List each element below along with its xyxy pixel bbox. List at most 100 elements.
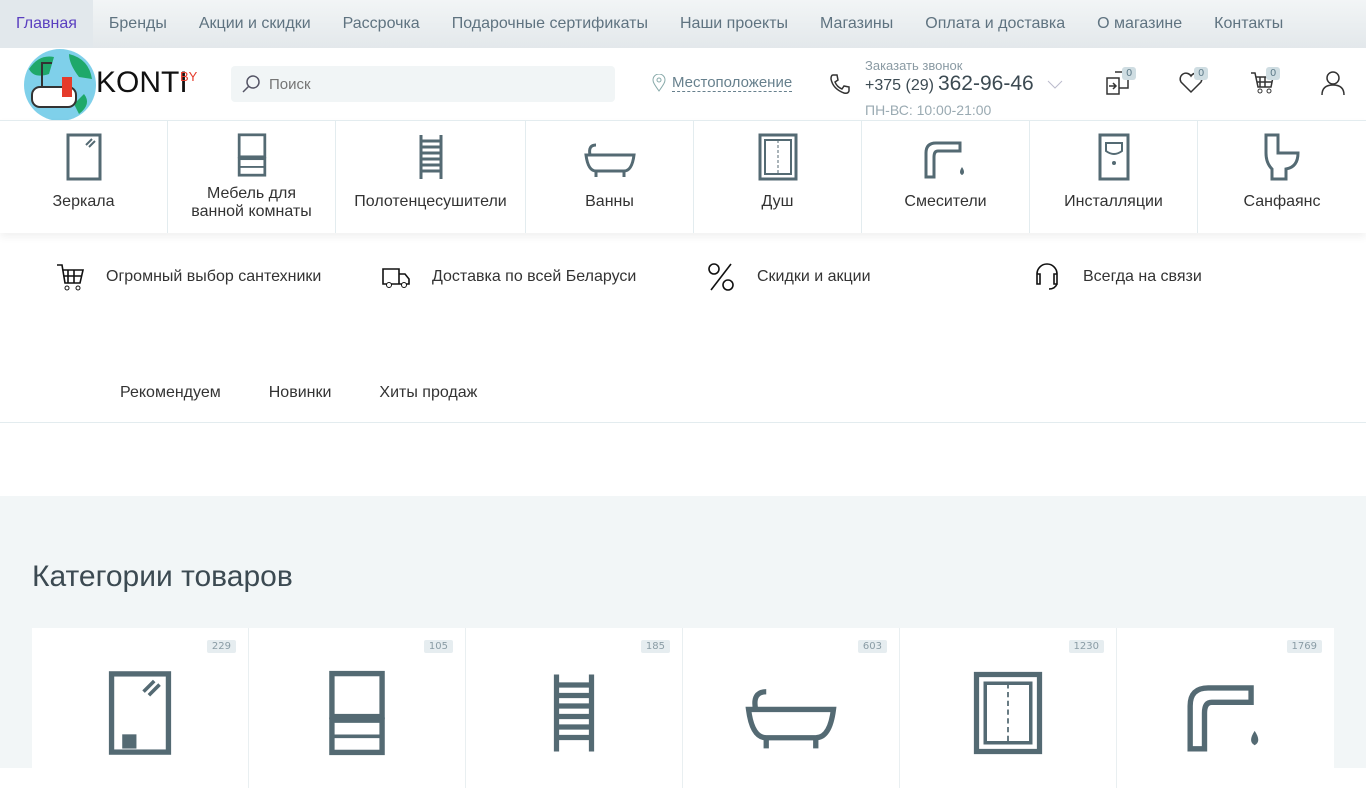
favorites-count: 0 xyxy=(1194,67,1209,80)
category-label: Инсталляции xyxy=(1064,193,1163,210)
chevron-down-icon[interactable] xyxy=(1047,80,1063,90)
category-furniture[interactable]: Мебель для ванной комнаты xyxy=(168,121,336,233)
category-card-shower[interactable]: 1230 xyxy=(900,628,1117,788)
category-card-towel-warmers[interactable]: 185 xyxy=(466,628,683,788)
towel-warmer-icon xyxy=(419,135,442,179)
category-baths[interactable]: Ванны xyxy=(526,121,694,233)
top-navigation: Главная Бренды Акции и скидки Рассрочка … xyxy=(0,0,1366,48)
user-icon xyxy=(1321,71,1345,96)
product-tabs: Рекомендуем Новинки Хиты продаж xyxy=(120,384,477,402)
category-label: Смесители xyxy=(904,193,987,210)
tab-new[interactable]: Новинки xyxy=(269,384,332,402)
bathtub-icon xyxy=(745,689,837,749)
category-label: Санфаянс xyxy=(1243,193,1321,210)
shower-cabin-icon xyxy=(758,133,797,181)
category-card-faucets[interactable]: 1769 xyxy=(1117,628,1334,788)
category-label: Мебель для ванной комнаты xyxy=(191,185,312,220)
item-count: 603 xyxy=(857,640,887,653)
percent-icon xyxy=(708,263,734,291)
category-label: Душ xyxy=(761,193,794,210)
callback-link[interactable]: Заказать звонок xyxy=(865,58,962,73)
phone-code: +375 (29) xyxy=(865,77,934,94)
search-box[interactable] xyxy=(231,66,615,102)
search-input[interactable] xyxy=(269,75,589,93)
logo-icon[interactable] xyxy=(24,49,96,121)
category-card-baths[interactable]: 603 xyxy=(683,628,900,788)
category-card-furniture[interactable]: 105 xyxy=(249,628,466,788)
category-mirrors[interactable]: Зеркала xyxy=(0,121,168,233)
cart-icon xyxy=(57,264,84,291)
category-menu: Зеркала Мебель для ванной комнаты Полоте… xyxy=(0,120,1366,233)
category-label: Ванны xyxy=(585,193,634,210)
item-count: 1769 xyxy=(1286,640,1322,653)
phone-icon xyxy=(830,74,850,94)
headset-icon xyxy=(1036,263,1058,290)
nav-about[interactable]: О магазине xyxy=(1081,0,1198,48)
feature-support: Всегда на связи xyxy=(1033,262,1202,292)
cart-button[interactable]: 0 xyxy=(1250,67,1281,100)
logo-text: KONTI xyxy=(96,66,188,99)
bathroom-furniture-icon xyxy=(237,133,266,177)
nav-home[interactable]: Главная xyxy=(0,0,93,48)
phone-number[interactable]: +375 (29) 362-96-46 xyxy=(865,72,1034,96)
section-title: Категории товаров xyxy=(32,560,293,593)
item-count: 185 xyxy=(640,640,670,653)
nav-sales[interactable]: Акции и скидки xyxy=(183,0,327,48)
tab-bestsellers[interactable]: Хиты продаж xyxy=(379,384,477,402)
toilet-icon xyxy=(1264,133,1300,181)
search-icon xyxy=(242,75,260,93)
nav-projects[interactable]: Наши проекты xyxy=(664,0,804,48)
logo-sup: BY xyxy=(180,69,198,84)
item-count: 229 xyxy=(206,640,236,653)
item-count: 1230 xyxy=(1068,640,1104,653)
faucet-icon xyxy=(1186,685,1258,752)
shower-cabin-icon xyxy=(973,671,1043,755)
bathtub-icon xyxy=(583,143,636,177)
category-faucets[interactable]: Смесители xyxy=(862,121,1030,233)
work-hours: ПН-ВС: 10:00-21:00 xyxy=(865,102,992,118)
nav-gift-cards[interactable]: Подарочные сертификаты xyxy=(436,0,664,48)
location-label: Местоположение xyxy=(672,74,793,92)
nav-brands[interactable]: Бренды xyxy=(93,0,183,48)
category-sanitary[interactable]: Санфаянс xyxy=(1198,121,1366,233)
divider xyxy=(0,422,1366,423)
nav-contacts[interactable]: Контакты xyxy=(1198,0,1299,48)
nav-installment[interactable]: Рассрочка xyxy=(327,0,436,48)
header: KONTI BY Местоположение Заказать звонок … xyxy=(0,48,1366,121)
feature-label: Доставка по всей Беларуси xyxy=(432,268,637,285)
tab-recommended[interactable]: Рекомендуем xyxy=(120,384,221,402)
phone-main: 362-96-46 xyxy=(937,72,1034,95)
category-shower[interactable]: Душ xyxy=(694,121,862,233)
truck-icon xyxy=(382,268,410,288)
category-label: Полотенцесушители xyxy=(354,193,507,210)
compare-count: 0 xyxy=(1122,67,1137,80)
feature-choice: Огромный выбор сантехники xyxy=(56,262,321,292)
mirror-icon xyxy=(108,671,172,755)
faucet-icon xyxy=(924,141,964,179)
category-card-mirrors[interactable]: 229 xyxy=(32,628,249,788)
bathroom-furniture-icon xyxy=(329,670,385,756)
feature-label: Огромный выбор сантехники xyxy=(106,268,322,285)
category-cards: 229 105 185 603 1230 1769 xyxy=(32,628,1334,788)
category-installations[interactable]: Инсталляции xyxy=(1030,121,1198,233)
location-link[interactable]: Местоположение xyxy=(652,74,793,92)
category-towel-warmers[interactable]: Полотенцесушители xyxy=(336,121,526,233)
feature-discounts: Скидки и акции xyxy=(707,262,871,292)
feature-label: Скидки и акции xyxy=(757,268,871,285)
features-row: Огромный выбор сантехники Доставка по вс… xyxy=(0,262,1366,298)
categories-section: Категории товаров 229 105 185 603 1230 1… xyxy=(0,496,1366,788)
favorites-button[interactable]: 0 xyxy=(1178,67,1209,100)
compare-button[interactable]: 0 xyxy=(1106,67,1137,100)
feature-delivery: Доставка по всей Беларуси xyxy=(382,262,636,292)
account-button[interactable] xyxy=(1320,70,1346,100)
feature-label: Всегда на связи xyxy=(1083,268,1202,285)
item-count: 105 xyxy=(423,640,453,653)
towel-warmer-icon xyxy=(553,674,595,752)
nav-payment-delivery[interactable]: Оплата и доставка xyxy=(909,0,1081,48)
mirror-icon xyxy=(66,133,101,181)
location-pin-icon xyxy=(652,74,666,92)
installation-icon xyxy=(1098,133,1129,181)
category-label: Зеркала xyxy=(52,193,115,210)
cart-count: 0 xyxy=(1266,67,1281,80)
nav-stores[interactable]: Магазины xyxy=(804,0,909,48)
